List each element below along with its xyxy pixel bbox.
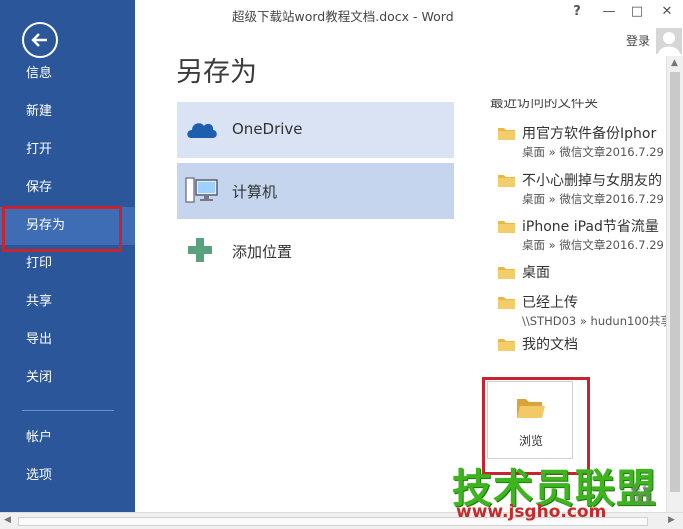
save-as-highlight-box: [2, 206, 122, 252]
folder-path: \\STHD03 » hudun100共享: [522, 314, 667, 328]
location-onedrive-label: OneDrive: [232, 120, 303, 138]
recent-folders-header: 最近访问的文件夹: [490, 99, 598, 111]
nav-open[interactable]: 打开: [0, 131, 135, 169]
nav-options[interactable]: 选项: [0, 457, 135, 495]
browse-label: 浏览: [518, 434, 543, 448]
plus-icon: [188, 238, 212, 262]
back-button[interactable]: [22, 22, 58, 58]
folder-icon: [498, 128, 515, 140]
nav-save[interactable]: 保存: [0, 169, 135, 207]
folder-name: 不小心删掉与女朋友的: [522, 173, 662, 189]
folder-path: 桌面 » 微信文章2016.7.29: [522, 238, 664, 252]
recent-folders-panel: 最近访问的文件夹 用官方软件备份Iphor 桌面 » 微信文章2016.7.29…: [455, 95, 667, 375]
folder-name: 我的文档: [522, 337, 578, 353]
close-button[interactable]: ✕: [656, 4, 678, 19]
page-title: 另存为: [176, 57, 257, 88]
folder-name: 桌面: [522, 265, 550, 281]
cloud-icon: [187, 123, 217, 138]
avatar[interactable]: [656, 28, 682, 54]
nav-divider: [22, 410, 114, 411]
folder-icon: [498, 267, 515, 279]
watermark-site-glyph: 站: [630, 484, 653, 509]
vertical-scroll-thumb[interactable]: [670, 72, 680, 492]
browse-button[interactable]: 浏览: [487, 381, 573, 459]
folder-name: 用官方软件备份Iphor: [522, 126, 657, 142]
folder-icon: [498, 221, 515, 233]
nav-export[interactable]: 导出: [0, 321, 135, 359]
folder-path: 桌面 » 微信文章2016.7.29: [522, 192, 664, 206]
watermark-url: www.jsgho.com: [456, 502, 607, 522]
scroll-right-icon[interactable]: ▶: [668, 515, 675, 525]
nav-close[interactable]: 关闭: [0, 359, 135, 397]
location-add-place[interactable]: 添加位置: [177, 223, 454, 279]
folder-icon: [498, 175, 515, 187]
user-icon: [658, 32, 680, 54]
nav-account[interactable]: 帐户: [0, 419, 135, 457]
location-add-place-label: 添加位置: [232, 243, 293, 261]
back-arrow-icon: [31, 33, 47, 47]
nav-new[interactable]: 新建: [0, 93, 135, 131]
restore-button[interactable]: □: [626, 4, 648, 19]
scroll-left-icon[interactable]: ◀: [4, 515, 11, 525]
folder-icon: [498, 339, 515, 351]
nav-info[interactable]: 信息: [0, 55, 135, 93]
login-link[interactable]: 登录: [626, 32, 650, 49]
minimize-button[interactable]: —: [598, 4, 620, 19]
vertical-scrollbar[interactable]: ▲: [666, 56, 683, 512]
window-title: 超级下载站word教程文档.docx - Word: [232, 9, 454, 24]
location-computer-label: 计算机: [232, 183, 278, 201]
folder-path: 桌面 » 微信文章2016.7.29: [522, 145, 664, 159]
nav-share[interactable]: 共享: [0, 283, 135, 321]
computer-icon: [185, 177, 218, 203]
backstage-sidebar: 信息 新建 打开 保存 另存为 打印 共享 导出 关闭 帐户 选项: [0, 0, 135, 512]
open-folder-icon: [517, 399, 545, 418]
folder-icon: [498, 297, 515, 309]
location-computer[interactable]: 计算机: [177, 163, 454, 219]
folder-name: iPhone iPad节省流量: [522, 219, 659, 235]
help-button[interactable]: ?: [566, 4, 588, 19]
scroll-up-icon[interactable]: ▲: [671, 58, 678, 68]
folder-name: 已经上传: [522, 295, 578, 311]
location-onedrive[interactable]: OneDrive: [177, 102, 454, 158]
